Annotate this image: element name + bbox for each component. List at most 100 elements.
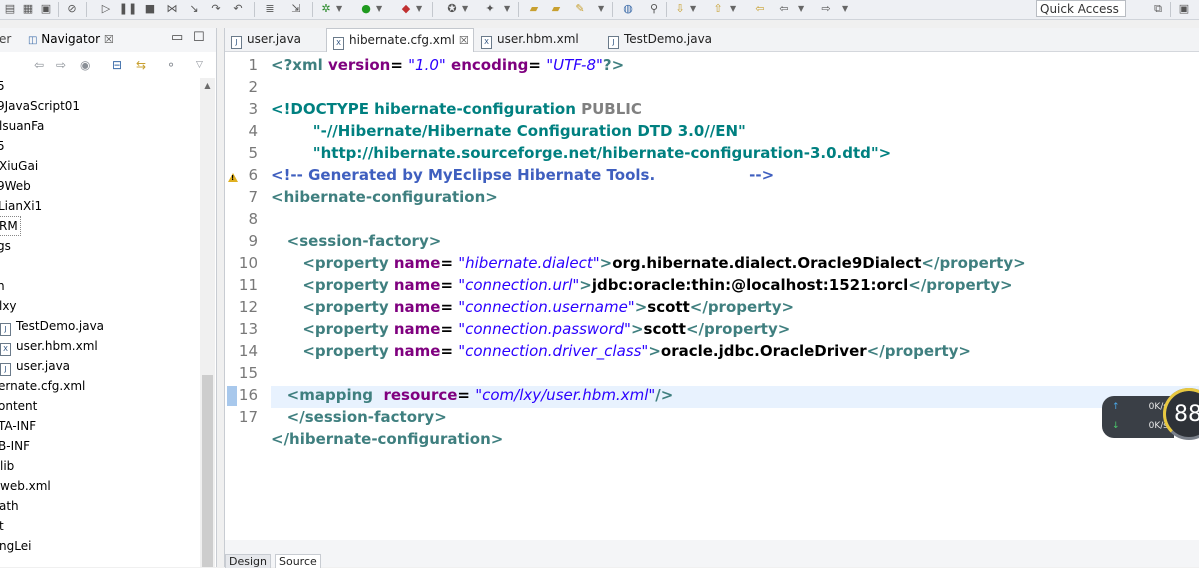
tab-design[interactable]: Design (225, 554, 271, 568)
save-all-icon[interactable]: ▦ (20, 1, 36, 17)
close-icon[interactable]: ☒ (104, 33, 114, 46)
tab-user-hbm-xml[interactable]: Xuser.hbm.xml (475, 28, 601, 51)
disconnect-icon[interactable]: ⋈ (164, 1, 180, 17)
line-number: 6 (248, 166, 258, 184)
search-icon[interactable]: ⚲ (646, 1, 662, 17)
tab-testdemo-java[interactable]: J TestDemo.java (602, 28, 732, 51)
print-icon[interactable]: ▤ (2, 1, 18, 17)
vertical-scrollbar[interactable]: ▲ (200, 78, 215, 567)
list-item[interactable]: TA-INF (0, 416, 36, 436)
open-task-icon[interactable]: ▰ (548, 1, 564, 17)
last-edit-icon[interactable]: ⇦ (752, 1, 768, 17)
new-server-icon[interactable]: ✪ (444, 1, 460, 17)
up-arrow-icon: ↑ (1112, 402, 1120, 412)
up-icon[interactable]: ◉ (80, 58, 90, 72)
list-item[interactable]: ontent (0, 396, 37, 416)
list-item[interactable]: lsuanFa (0, 116, 44, 136)
link-with-editor-icon[interactable]: ⇆ (136, 58, 146, 72)
list-item[interactable]: ernate.cfg.xml (0, 376, 85, 396)
next-annotation-dropdown-icon[interactable]: ▼ (690, 1, 696, 17)
tab-source[interactable]: Source (275, 554, 321, 568)
new-wizard-icon[interactable]: ✦ (482, 1, 498, 17)
xml-editor: Juser.java Xhibernate.cfg.xml ☒ Xuser.hbm… (224, 28, 1199, 568)
minimize-icon[interactable]: ▭ (171, 30, 183, 45)
list-item[interactable]: XiuGai (0, 156, 38, 176)
debug-dropdown-icon[interactable]: ▼ (336, 1, 342, 17)
editor-bottom-tabs: Design Source (225, 554, 1199, 568)
skip-breakpoints-icon[interactable]: ⊘ (64, 1, 80, 17)
terminate-icon[interactable]: ■ (142, 1, 158, 17)
tab-navigator[interactable]: ◫ Navigator ☒ (28, 32, 114, 46)
scrollbar-thumb[interactable] (202, 375, 213, 567)
list-item[interactable]: 5 (0, 76, 5, 96)
close-icon[interactable]: ☒ (459, 34, 469, 47)
next-annotation-icon[interactable]: ⇩ (672, 1, 688, 17)
pencil-icon[interactable]: ✎ (572, 1, 588, 17)
code-token: "connection.username" (458, 298, 635, 316)
globe-icon[interactable]: ◍ (620, 1, 636, 17)
collapse-all-icon[interactable]: ⊟ (112, 58, 122, 72)
new-wizard-dropdown-icon[interactable]: ▼ (504, 1, 510, 17)
suspend-icon[interactable]: ❚❚ (119, 1, 137, 17)
new-server-dropdown-icon[interactable]: ▼ (462, 1, 468, 17)
previous-annotation-icon[interactable]: ⇧ (710, 1, 726, 17)
deploy-icon[interactable]: ⇲ (288, 1, 304, 17)
step-over-icon[interactable]: ↷ (208, 1, 224, 17)
list-item[interactable]: Juser.java (0, 356, 70, 376)
external-tools-dropdown-icon[interactable]: ▼ (416, 1, 422, 17)
back-icon[interactable]: ⇦ (34, 58, 44, 72)
run-dropdown-icon[interactable]: ▼ (376, 1, 382, 17)
list-item[interactable]: 9JavaScript01 (0, 96, 80, 116)
open-type-icon[interactable]: ▰ (526, 1, 542, 17)
list-item[interactable]: lib (0, 456, 14, 476)
tab-package-explorer[interactable]: er (0, 32, 11, 46)
code-token: <property (271, 320, 394, 338)
forward-icon[interactable]: ⇨ (818, 1, 834, 17)
list-item[interactable]: ngLei (0, 536, 31, 556)
list-item[interactable]: RM (0, 216, 21, 236)
list-item[interactable]: n (0, 276, 5, 296)
perspective-icon[interactable]: ▣ (1176, 1, 1192, 17)
list-item[interactable]: Xuser.hbm.xml (0, 336, 98, 356)
tab-user-java[interactable]: Juser.java (225, 28, 325, 51)
tree-item-label: RM (0, 219, 18, 233)
view-menu-icon[interactable]: ▽ (196, 58, 203, 72)
tree-item-label: t (0, 519, 4, 533)
resume-icon[interactable]: ▷ (98, 1, 114, 17)
back-icon[interactable]: ⇦ (776, 1, 792, 17)
list-item[interactable]: web.xml (0, 476, 51, 496)
run-icon[interactable]: ● (358, 1, 374, 17)
step-into-icon[interactable]: ↘ (186, 1, 202, 17)
debug-icon[interactable]: ✲ (318, 1, 334, 17)
code-token: </property> (685, 320, 791, 338)
open-perspective-icon[interactable]: ⧉ (1150, 1, 1166, 17)
code-area[interactable]: <?xml version= "1.0" encoding= "UTF-8"?>… (271, 52, 1199, 532)
editor-tabs: Juser.java Xhibernate.cfg.xml ☒ Xuser.hbm… (225, 28, 1199, 52)
list-item[interactable]: t (0, 516, 4, 536)
filter-icon[interactable]: ⚬ (166, 58, 176, 72)
list-item[interactable]: ath (0, 496, 19, 516)
forward-dropdown-icon[interactable]: ▼ (842, 1, 848, 17)
build-icon[interactable]: ▣ (38, 1, 54, 17)
list-item[interactable]: lxy (0, 296, 17, 316)
back-dropdown-icon[interactable]: ▼ (798, 1, 804, 17)
maximize-icon[interactable]: ☐ (193, 30, 205, 45)
external-tools-icon[interactable]: ◆ (398, 1, 414, 17)
list-item[interactable]: 5 (0, 136, 5, 156)
code-token: </hibernate-configuration> (271, 430, 504, 448)
code-token: "1.0" (408, 56, 446, 74)
step-return-icon[interactable]: ↶ (230, 1, 246, 17)
list-item[interactable]: gs (0, 236, 11, 256)
list-item[interactable]: LianXi1 (0, 196, 42, 216)
code-token: PUBLIC (581, 100, 642, 118)
pencil-dropdown-icon[interactable]: ▼ (598, 1, 604, 17)
forward-icon[interactable]: ⇨ (56, 58, 66, 72)
use-step-filters-icon[interactable]: ≣ (262, 1, 278, 17)
previous-annotation-dropdown-icon[interactable]: ▼ (730, 1, 736, 17)
tab-hibernate-cfg-xml[interactable]: Xhibernate.cfg.xml ☒ (326, 28, 474, 52)
scroll-up-icon[interactable]: ▲ (200, 78, 215, 93)
list-item[interactable]: B-INF (0, 436, 30, 456)
list-item[interactable]: 9Web (0, 176, 31, 196)
list-item[interactable]: J TestDemo.java (0, 316, 104, 336)
quick-access-input[interactable] (1036, 0, 1126, 17)
